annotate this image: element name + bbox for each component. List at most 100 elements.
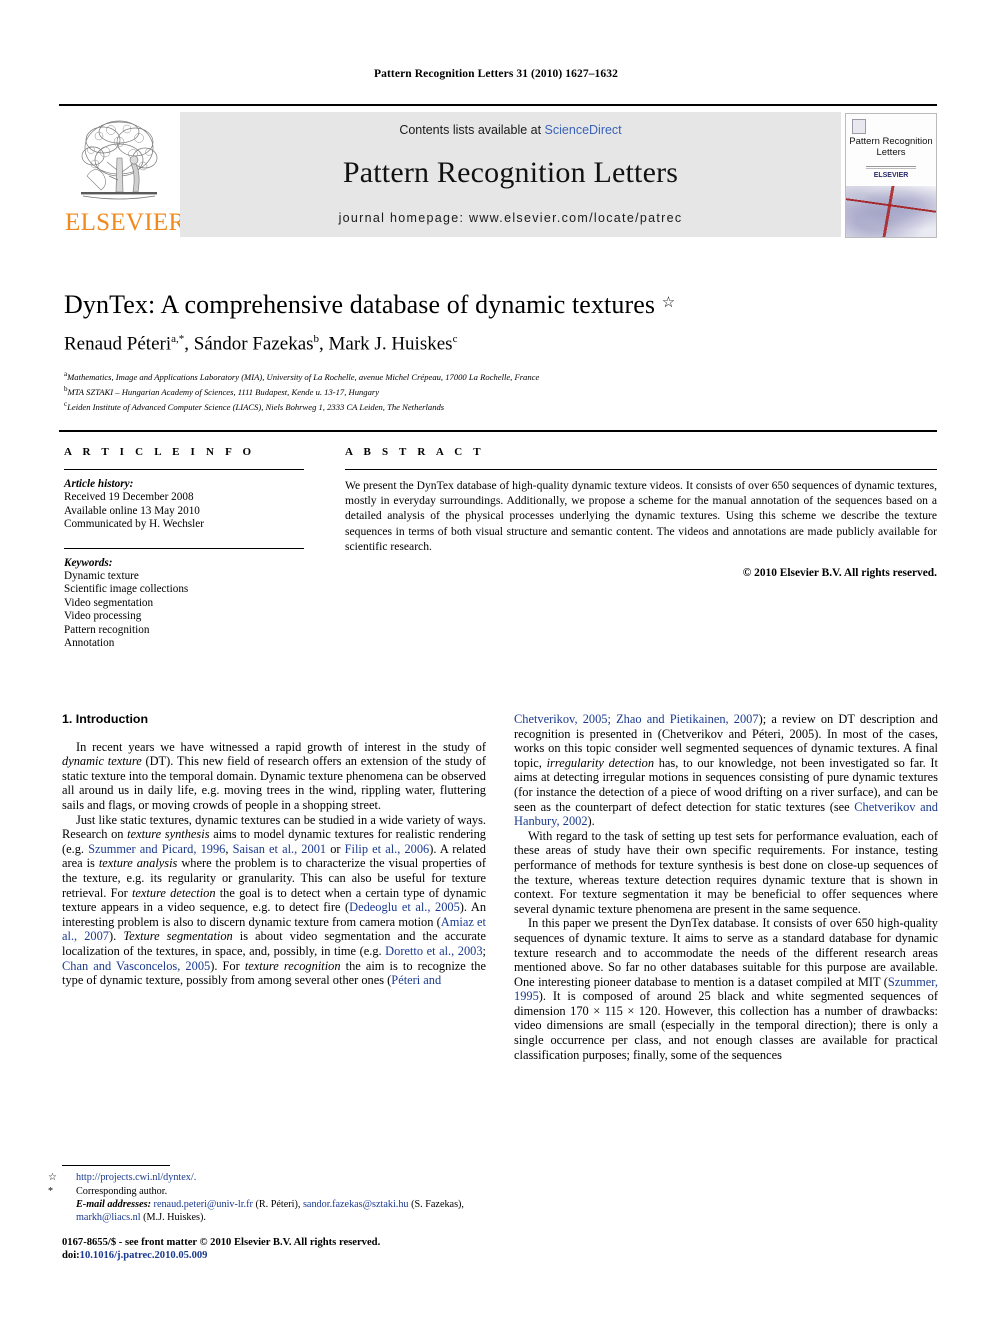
journal-homepage[interactable]: journal homepage: www.elsevier.com/locat… <box>180 211 841 225</box>
keywords-block: Keywords: Dynamic texture Scientific ima… <box>64 547 304 651</box>
affiliation-text: MTA SZTAKI – Hungarian Academy of Scienc… <box>67 386 380 397</box>
journal-title: Pattern Recognition Letters <box>342 156 679 189</box>
text-run: , <box>225 841 233 856</box>
cover-title-line2: Letters <box>876 147 906 158</box>
imprint-block: 0167-8655/$ - see front matter © 2010 El… <box>62 1236 492 1262</box>
text-run: or <box>326 841 345 856</box>
keywords-divider <box>64 547 304 549</box>
footnote-emails: E-mail addresses: renaud.peteri@univ-lr.… <box>62 1199 486 1224</box>
article-info-block: A R T I C L E I N F O Article history: R… <box>64 446 304 651</box>
keywords-label: Keywords: <box>64 556 113 569</box>
keyword-item: Scientific image collections <box>64 583 189 595</box>
footnote-url-link[interactable]: http://projects.cwi.nl/dyntex/. <box>76 1172 196 1183</box>
elsevier-logo: ELSEVIER <box>59 112 186 237</box>
emphasis: texture synthesis <box>127 827 210 842</box>
doi-link[interactable]: 10.1016/j.patrec.2010.05.009 <box>80 1250 208 1261</box>
abstract-text: We present the DynTex database of high-q… <box>345 479 937 553</box>
affiliation-text: Mathematics, Image and Applications Labo… <box>67 371 540 382</box>
emphasis: irregularity detection <box>546 755 655 770</box>
text-run: ). <box>109 929 124 944</box>
citation-link[interactable]: Filip et al., 2006 <box>345 842 430 856</box>
author-list: Renaud Péteria,*, Sándor Fazekasb, Mark … <box>64 333 458 355</box>
article-history-label: Article history: <box>64 478 134 490</box>
journal-cover-art: Pattern Recognition Letters ELSEVIER <box>845 113 937 238</box>
email-label: E-mail addresses: <box>76 1199 151 1211</box>
abstract-heading: A B S T R A C T <box>345 446 485 458</box>
elsevier-wordmark: ELSEVIER <box>65 209 186 236</box>
email-link[interactable]: sandor.fazekas@sztaki.hu <box>303 1199 409 1210</box>
elsevier-tree-icon <box>81 120 158 200</box>
emphasis: dynamic texture <box>62 754 142 769</box>
abstract-divider <box>345 469 937 470</box>
author-affil-mark: c <box>452 333 458 345</box>
text-run: ). It is composed of around 25 black and… <box>514 989 938 1062</box>
email-link[interactable]: markh@liacs.nl <box>76 1212 141 1223</box>
article-history-item: Communicated by H. Wechsler <box>64 518 204 530</box>
keyword-item: Annotation <box>64 637 115 649</box>
emphasis: texture analysis <box>98 856 178 871</box>
citation-link[interactable]: Chetverikov, 2005; Zhao and Pietikainen,… <box>514 712 759 726</box>
cover-title-line1: Pattern Recognition <box>849 136 933 147</box>
footnote-mark: ☆ <box>48 1172 58 1183</box>
article-info-heading: A R T I C L E I N F O <box>64 446 256 458</box>
paragraph: Chetverikov, 2005; Zhao and Pietikainen,… <box>514 712 938 829</box>
page-title: DynTex: A comprehensive database of dyna… <box>64 290 924 320</box>
author-name: Mark J. Huiskes <box>328 333 453 355</box>
email-owner: (S. Fazekas), <box>408 1199 464 1211</box>
footnote-mark: * <box>48 1185 54 1197</box>
emphasis: Texture segmentation <box>123 929 233 944</box>
article-history-item: Received 19 December 2008 <box>64 491 194 503</box>
footnote-block: ☆ http://projects.cwi.nl/dyntex/. * Corres… <box>48 1165 486 1224</box>
running-head: Pattern Recognition Letters 31 (2010) 16… <box>374 68 618 80</box>
email-link[interactable]: renaud.peteri@univ-lr.fr <box>154 1199 253 1210</box>
affiliation-list: aMathematics, Image and Applications Lab… <box>64 368 924 413</box>
keyword-item: Video processing <box>64 610 142 622</box>
contents-available-line: Contents lists available at ScienceDirec… <box>180 123 841 137</box>
paper-page: Pattern Recognition Letters 31 (2010) 16… <box>0 0 992 1323</box>
keyword-item: Video segmentation <box>64 596 154 609</box>
section-heading-introduction: 1. Introduction <box>62 712 149 726</box>
affiliation-text: Leiden Institute of Advanced Computer Sc… <box>67 401 445 412</box>
text-run: ). <box>587 814 595 829</box>
body-column-right: Chetverikov, 2005; Zhao and Pietikainen,… <box>514 712 938 1062</box>
imprint-doi: doi:10.1016/j.patrec.2010.05.009 <box>62 1249 492 1262</box>
paragraph: In recent years we have witnessed a rapi… <box>62 739 486 812</box>
citation-link[interactable]: Péteri and <box>391 973 441 987</box>
journal-cover: Pattern Recognition Letters ELSEVIER <box>841 112 937 238</box>
citation-link[interactable]: Saisan et al., 2001 <box>233 842 327 856</box>
contents-prefix: Contents lists available at <box>399 123 545 137</box>
doi-label: doi: <box>62 1250 80 1261</box>
footnote-rule <box>62 1165 170 1166</box>
email-owner: (M.J. Huiskes). <box>140 1211 206 1223</box>
keyword-item: Pattern recognition <box>64 623 150 636</box>
citation-link[interactable]: Doretto et al., 2003 <box>385 944 482 958</box>
emphasis: texture recognition <box>244 958 341 973</box>
cover-divider <box>866 166 916 170</box>
article-title: DynTex: A comprehensive database of dyna… <box>64 290 656 319</box>
cover-publisher-mark: ELSEVIER <box>873 172 909 179</box>
citation-link[interactable]: Szummer and Picard, 1996 <box>88 842 225 856</box>
citation-link[interactable]: Dedeoglu et al., 2005 <box>349 900 460 914</box>
text-run: In this paper we present the DynTex data… <box>514 916 938 989</box>
author-affil-mark: b <box>313 333 320 345</box>
cover-photo <box>846 186 936 237</box>
sciencedirect-link[interactable]: ScienceDirect <box>545 123 622 137</box>
paragraph: In this paper we present the DynTex data… <box>514 916 938 1062</box>
imprint-frontmatter: 0167-8655/$ - see front matter © 2010 El… <box>62 1237 381 1248</box>
author-name: Renaud Péteri <box>64 333 172 355</box>
author-name: Sándor Fazekas <box>193 333 314 355</box>
citation-link[interactable]: Chan and Vasconcelos, 2005 <box>62 959 210 973</box>
footnote-item: * Corresponding author. <box>48 1185 486 1199</box>
title-footnote-mark: ☆ <box>661 295 676 311</box>
article-info-divider <box>64 469 304 470</box>
footnote-item: ☆ http://projects.cwi.nl/dyntex/. <box>48 1172 486 1185</box>
affiliation-item: aMathematics, Image and Applications Lab… <box>64 368 924 383</box>
masthead-center: Contents lists available at ScienceDirec… <box>180 112 841 237</box>
body-column-left: 1. Introduction In recent years we have … <box>62 712 486 988</box>
abstract-copyright: © 2010 Elsevier B.V. All rights reserved… <box>742 567 937 580</box>
keyword-item: Dynamic texture <box>64 569 139 582</box>
cover-publisher-icon <box>852 119 866 134</box>
footnote-text: Corresponding author. <box>76 1185 168 1197</box>
author-affil-mark: a,* <box>171 333 185 345</box>
abstract-block: A B S T R A C T We present the DynTex da… <box>345 446 937 579</box>
